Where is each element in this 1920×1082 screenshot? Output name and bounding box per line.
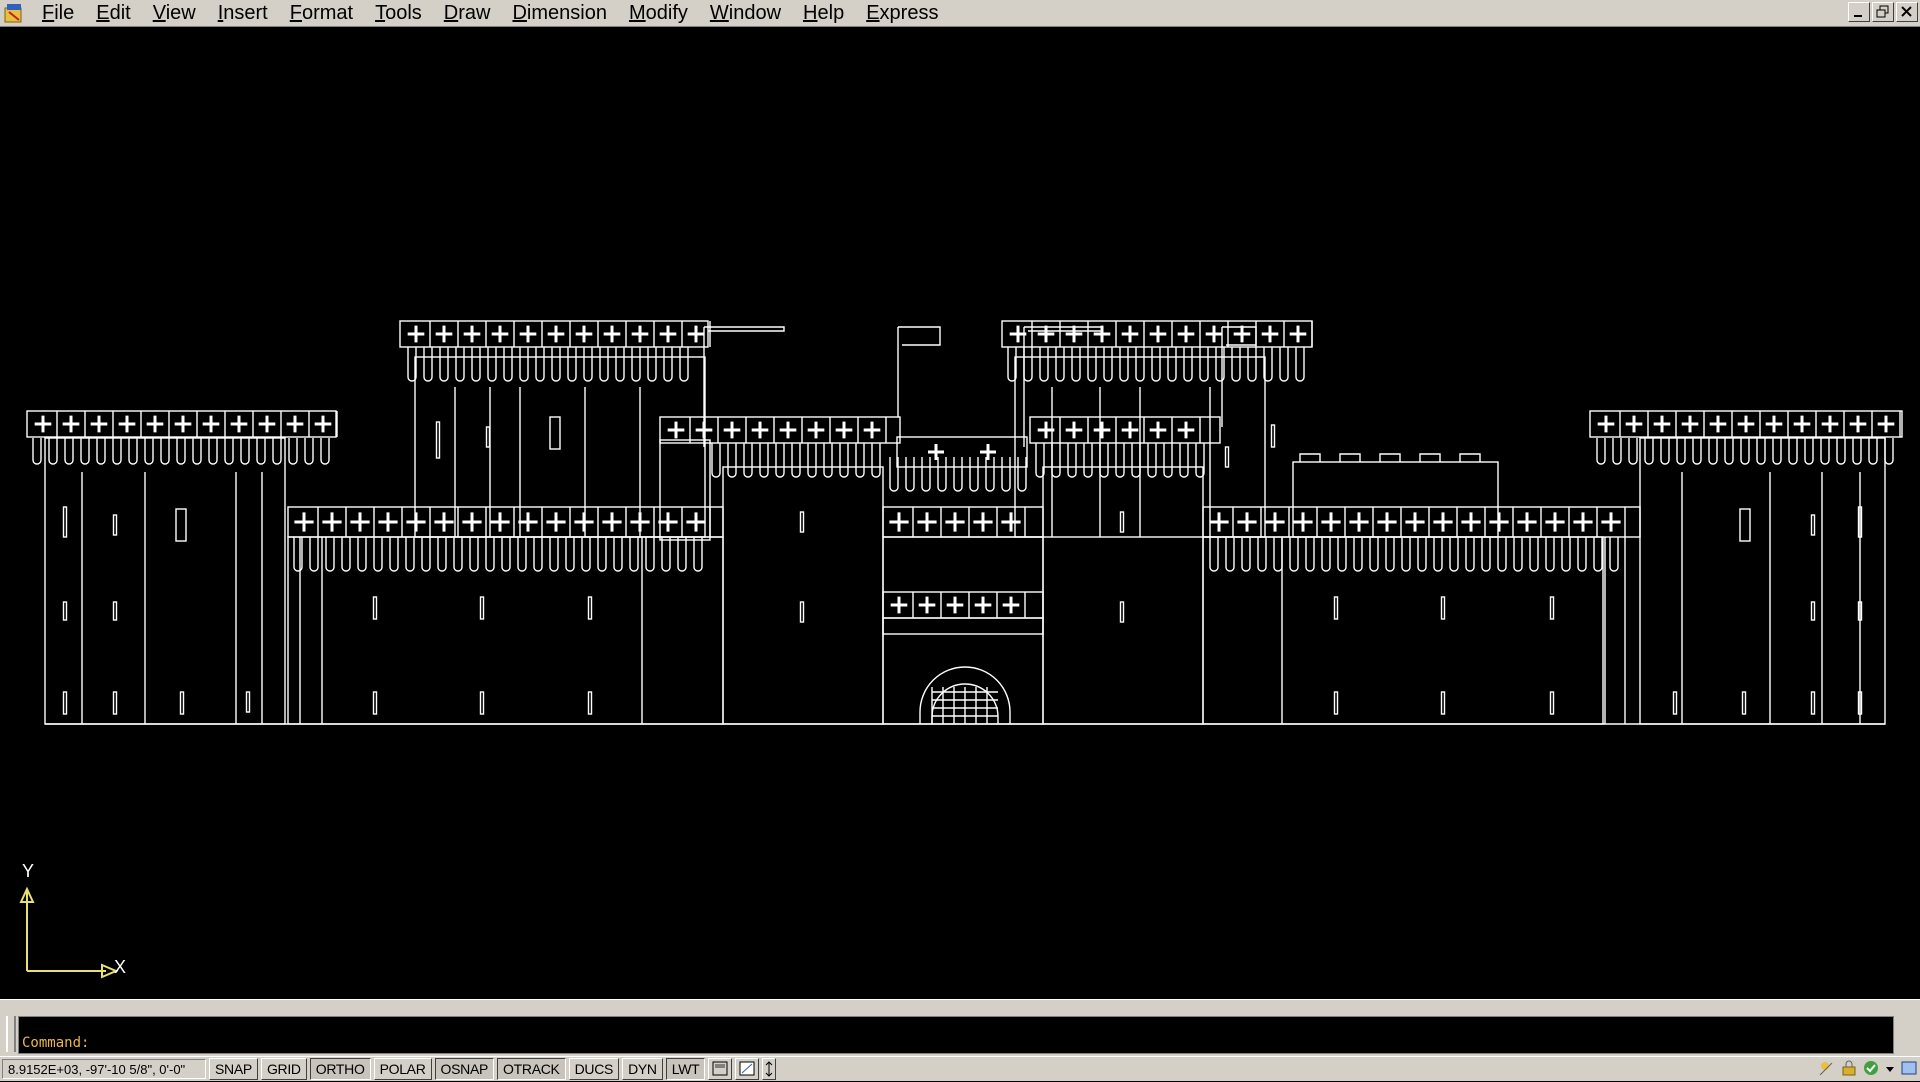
- trusted-check-icon[interactable]: [1862, 1059, 1880, 1077]
- menu-format[interactable]: Format: [279, 0, 364, 26]
- osnap-toggle[interactable]: OSNAP: [434, 1058, 495, 1080]
- app-icon[interactable]: [3, 2, 25, 24]
- viewport-toggle-icon[interactable]: [762, 1058, 777, 1080]
- menu-tools[interactable]: Tools: [364, 0, 433, 26]
- otrack-toggle[interactable]: OTRACK: [497, 1058, 566, 1080]
- menu-file[interactable]: File: [31, 0, 85, 26]
- snap-toggle[interactable]: SNAP: [209, 1058, 258, 1080]
- layout-icon[interactable]: [735, 1058, 760, 1080]
- model-space-icon[interactable]: [708, 1058, 733, 1080]
- menu-bar: File Edit View Insert Format Tools Draw …: [0, 0, 1920, 27]
- castle-drawing: [26, 320, 1903, 725]
- chevron-down-icon[interactable]: [1884, 1059, 1896, 1077]
- ucs-x-label: X: [114, 957, 127, 977]
- castle-linework: [26, 320, 1903, 725]
- lwt-toggle[interactable]: LWT: [665, 1058, 706, 1080]
- ucs-icon: [19, 886, 119, 979]
- lock-icon[interactable]: [1840, 1059, 1858, 1077]
- command-window: Command:: [0, 1012, 1920, 1056]
- coordinate-readout[interactable]: 8.9152E+03, -97'-10 5/8", 0'-0": [2, 1059, 206, 1079]
- command-grip[interactable]: [6, 1016, 16, 1052]
- polar-toggle[interactable]: POLAR: [373, 1058, 432, 1080]
- ucs-y-label: Y: [22, 861, 35, 881]
- menu-modify[interactable]: Modify: [618, 0, 699, 26]
- dyn-toggle[interactable]: DYN: [622, 1058, 663, 1080]
- status-tray: [1818, 1059, 1918, 1077]
- command-splitter[interactable]: [0, 999, 1920, 1013]
- menu-view[interactable]: View: [142, 0, 207, 26]
- menu-draw[interactable]: Draw: [433, 0, 502, 26]
- menu-insert[interactable]: Insert: [207, 0, 279, 26]
- command-prompt: Command:: [22, 1035, 90, 1051]
- restore-icon[interactable]: [1872, 2, 1894, 22]
- clean-screen-icon[interactable]: [1900, 1059, 1918, 1077]
- menu-dimension[interactable]: Dimension: [501, 0, 618, 26]
- ortho-toggle[interactable]: ORTHO: [309, 1058, 371, 1080]
- menu-window[interactable]: Window: [699, 0, 792, 26]
- drawing-canvas[interactable]: Y X: [0, 27, 1920, 999]
- communication-center-icon[interactable]: [1818, 1059, 1836, 1077]
- minimize-icon[interactable]: [1848, 2, 1870, 22]
- close-icon[interactable]: [1896, 2, 1918, 22]
- grid-toggle[interactable]: GRID: [260, 1058, 307, 1080]
- menu-help[interactable]: Help: [792, 0, 855, 26]
- command-line[interactable]: Command:: [18, 1016, 1894, 1054]
- menu-edit[interactable]: Edit: [85, 0, 141, 26]
- ducs-toggle[interactable]: DUCS: [568, 1058, 620, 1080]
- menu-express[interactable]: Express: [855, 0, 949, 26]
- window-controls: [1848, 2, 1918, 22]
- status-bar: 8.9152E+03, -97'-10 5/8", 0'-0" SNAP GRI…: [0, 1056, 1920, 1081]
